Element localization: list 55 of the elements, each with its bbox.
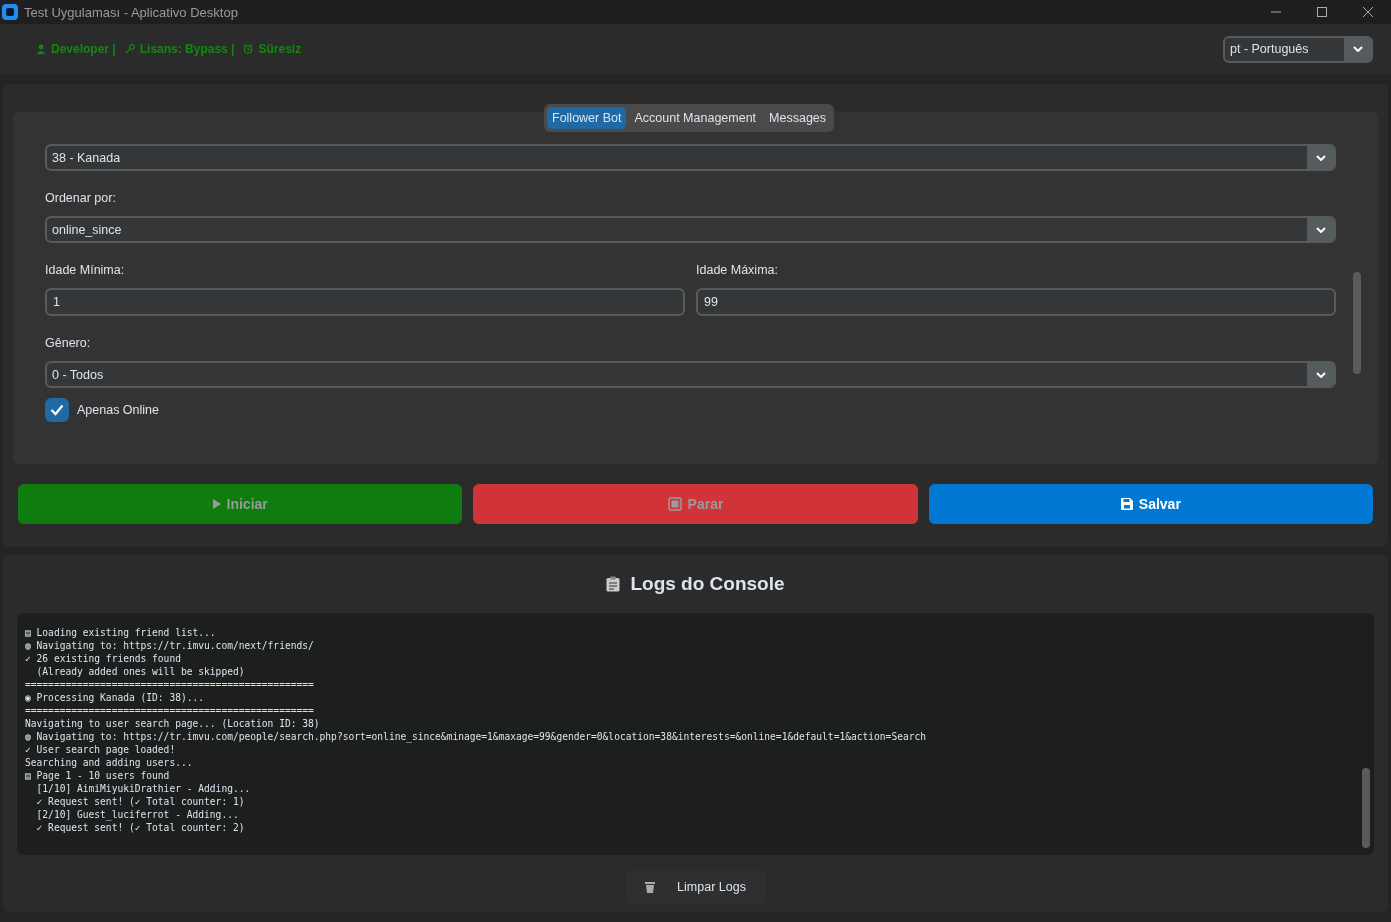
tab[interactable]: Account Management bbox=[629, 107, 762, 129]
log-line: ✓ Request sent! (✓ Total counter: 2) bbox=[35, 821, 246, 834]
chevron-down-icon bbox=[1352, 46, 1363, 52]
chevron-down-icon bbox=[1315, 371, 1326, 378]
scrollbar[interactable] bbox=[1362, 768, 1370, 848]
status-text: Süresiz bbox=[258, 42, 302, 56]
status-text: Lisans: Bypass | bbox=[139, 42, 235, 56]
log-line: Navigating to user search page... (Location ID: 38) bbox=[25, 717, 321, 730]
dropdown[interactable]: online_since bbox=[45, 216, 1336, 243]
log-line: ◍ Navigating to: https://tr.imvu.com/people/search.php?sort=online_since&minage=1&maxage=99&gender=0&location=38&interests=&online=1&default=1&action=Search bbox=[25, 730, 928, 743]
checkbox-label: Apenas Online bbox=[77, 403, 159, 417]
log-line: ✓ Request sent! (✓ Total counter: 1) bbox=[35, 795, 246, 808]
log-line: ◍ Navigating to: https://tr.imvu.com/next/friends/ bbox=[25, 639, 315, 652]
log-line: ================================================== bbox=[25, 678, 315, 691]
status-text: Developer | bbox=[51, 42, 116, 56]
window-title: Test Uygulaması - Aplicativo Desktop bbox=[24, 4, 239, 20]
section-title: Logs do Console bbox=[630, 573, 785, 595]
maximize-icon bbox=[1317, 7, 1327, 17]
trash-icon bbox=[645, 881, 656, 893]
field-label: Gênero: bbox=[45, 336, 92, 350]
log-line: Searching and adding users... bbox=[25, 756, 194, 769]
log-line: ◉ Processing Kanada (ID: 38)... bbox=[25, 691, 206, 704]
alarm-clock-icon bbox=[243, 44, 254, 54]
field-label: Idade Mínima: bbox=[45, 263, 126, 277]
log-line: [2/10] Guest_luciferrot - Adding... bbox=[35, 808, 240, 821]
field-label: Idade Máxima: bbox=[696, 263, 779, 277]
tab[interactable]: Messages bbox=[764, 107, 832, 129]
save-button[interactable]: Salvar bbox=[928, 484, 1373, 524]
app-icon bbox=[2, 4, 18, 20]
play-icon bbox=[212, 499, 221, 509]
log-line: ✓ 26 existing friends found bbox=[25, 652, 182, 665]
close-icon bbox=[1363, 7, 1373, 17]
log-line: ▤ Page 1 - 10 users found bbox=[25, 769, 171, 782]
scrollbar[interactable] bbox=[1353, 272, 1361, 374]
input-field[interactable]: 1 bbox=[45, 288, 685, 316]
stop-icon bbox=[667, 497, 682, 511]
clear-logs-button[interactable]: Limpar Logs bbox=[625, 870, 766, 904]
language-dropdown[interactable]: pt - Português bbox=[1223, 35, 1373, 63]
dropdown[interactable]: 38 - Kanada bbox=[45, 144, 1336, 171]
log-line: ================================================== bbox=[25, 704, 315, 717]
log-line: ▤ Loading existing friend list... bbox=[25, 626, 217, 639]
person-icon bbox=[36, 44, 46, 54]
clipboard-icon bbox=[606, 576, 621, 592]
checkbox[interactable] bbox=[45, 398, 69, 422]
chevron-down-icon bbox=[1315, 154, 1326, 161]
log-line: ✓ User search page loaded! bbox=[25, 743, 177, 756]
key-icon bbox=[124, 44, 135, 54]
tab[interactable]: Follower Bot bbox=[547, 107, 627, 129]
dropdown[interactable]: 0 - Todos bbox=[45, 361, 1336, 388]
input-field[interactable]: 99 bbox=[696, 288, 1336, 316]
log-line: (Already added ones will be skipped) bbox=[35, 665, 246, 678]
log-line: [1/10] AimiMiyukiDrathier - Adding... bbox=[35, 782, 252, 795]
checkmark-icon bbox=[50, 404, 64, 416]
field-label: Ordenar por: bbox=[45, 191, 117, 205]
chevron-down-icon bbox=[1315, 226, 1326, 233]
